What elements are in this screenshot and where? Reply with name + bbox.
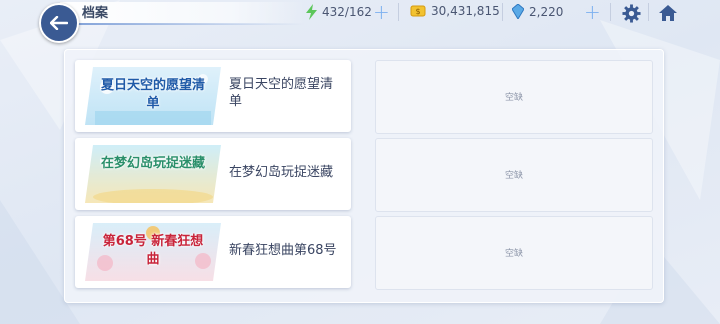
archive-card[interactable]: 在梦幻岛玩捉迷藏 在梦幻岛玩捉迷藏: [75, 138, 351, 210]
empty-slot[interactable]: 空缺: [375, 138, 653, 212]
event-banner: 夏日天空的愿望清单: [85, 67, 221, 125]
page-title: 档案: [82, 6, 109, 21]
archive-title: 夏日天空的愿望清单: [229, 77, 334, 109]
gear-icon[interactable]: [621, 3, 641, 23]
add-stamina-button[interactable]: +: [373, 2, 390, 22]
lightning-icon: [306, 4, 317, 20]
empty-slot[interactable]: 空缺: [375, 60, 653, 134]
divider: [610, 3, 611, 21]
archive-card[interactable]: 第68号 新春狂想曲 新春狂想曲第68号: [75, 216, 351, 288]
archive-title: 在梦幻岛玩捉迷藏: [229, 165, 334, 180]
empty-slot-label: 空缺: [504, 171, 523, 181]
stamina-display: 432/162: [306, 4, 372, 20]
jewel-display: 2,220: [512, 4, 563, 19]
home-icon[interactable]: [658, 3, 678, 23]
divider: [398, 3, 399, 21]
event-banner: 第68号 新春狂想曲: [85, 223, 221, 281]
mana-value: 30,431,815: [431, 4, 500, 18]
divider: [648, 3, 649, 21]
event-banner: 在梦幻岛玩捉迷藏: [85, 145, 221, 203]
arrow-left-icon: [50, 16, 68, 30]
empty-slot-label: 空缺: [504, 249, 523, 259]
stamina-value: 432/162: [322, 5, 372, 19]
banner-logo: 夏日天空的愿望清单: [100, 78, 205, 111]
empty-slot-label: 空缺: [504, 93, 523, 103]
svg-text:$: $: [415, 7, 420, 16]
title-underline: [66, 23, 304, 25]
jewel-icon: [512, 4, 524, 19]
mana-icon: $: [410, 4, 426, 18]
archive-panel: 夏日天空的愿望清单 夏日天空的愿望清单 在梦幻岛玩捉迷藏 在梦幻岛玩捉迷藏 第6…: [64, 49, 664, 303]
divider: [502, 3, 503, 21]
banner-logo: 第68号 新春狂想曲: [102, 234, 204, 267]
top-bar: 档案 432/162 + $ 30,431,815 2,220 +: [0, 0, 720, 43]
archive-title: 新春狂想曲第68号: [229, 243, 337, 258]
add-jewel-button[interactable]: +: [584, 2, 601, 22]
empty-slot[interactable]: 空缺: [375, 216, 653, 290]
archive-card[interactable]: 夏日天空的愿望清单 夏日天空的愿望清单: [75, 60, 351, 132]
back-button[interactable]: [39, 3, 79, 43]
mana-display: $ 30,431,815: [410, 4, 500, 18]
banner-logo: 在梦幻岛玩捉迷藏: [101, 156, 206, 171]
jewel-value: 2,220: [529, 4, 564, 19]
